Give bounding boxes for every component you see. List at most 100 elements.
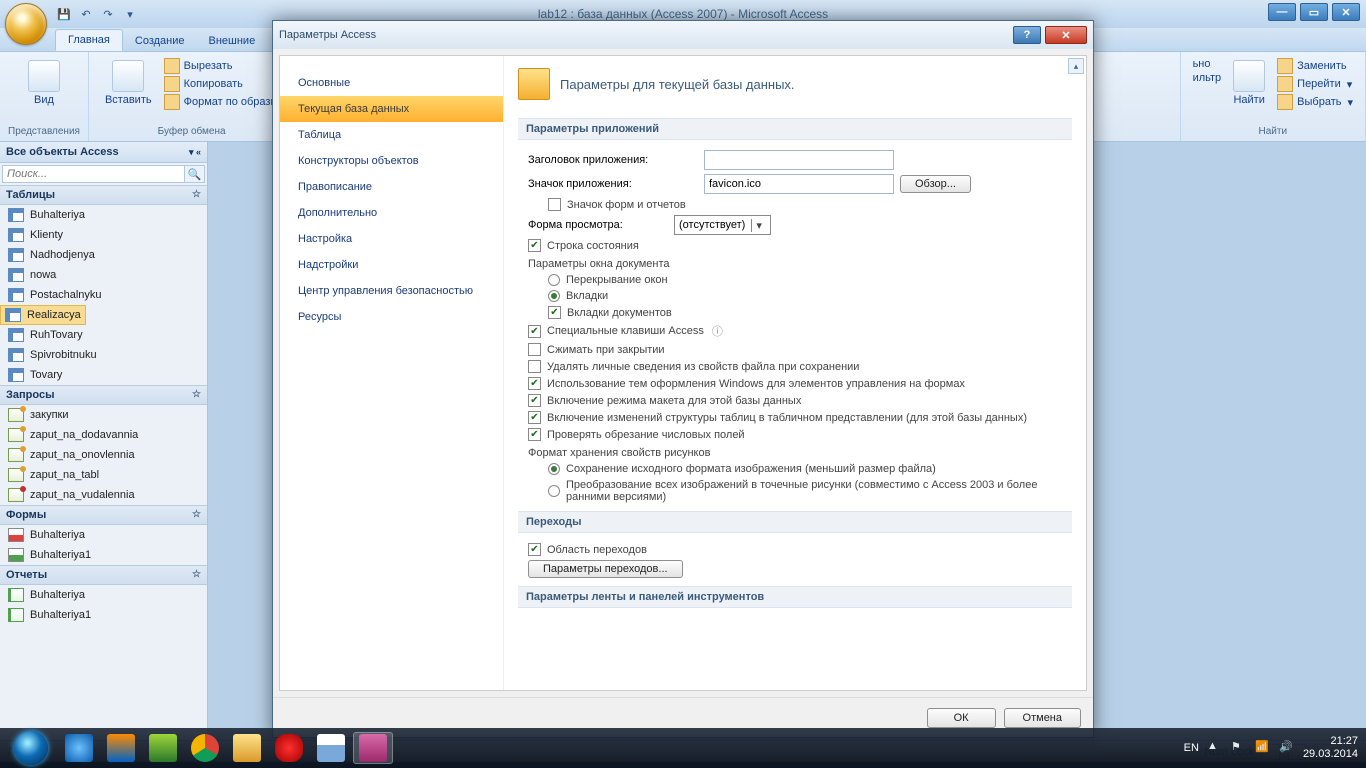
statusbar-checkbox[interactable] [528,239,541,252]
tray-flag-icon[interactable]: ▲ [1207,740,1223,756]
find-button[interactable]: Найти [1225,56,1273,110]
pic1-radio[interactable] [548,463,560,475]
maximize-button[interactable]: ▭ [1300,3,1328,21]
ok-button[interactable]: ОК [927,708,996,728]
nav-options-button[interactable]: Параметры переходов... [528,560,683,578]
nav-item[interactable]: Nadhodjenya [0,245,207,265]
section-forms[interactable]: Формы☆ [0,505,207,525]
tabs-radio[interactable] [548,290,560,302]
navpane-checkbox[interactable] [528,543,541,556]
pic2-radio[interactable] [548,485,560,497]
layout-checkbox[interactable] [528,394,541,407]
nav-item[interactable]: Buhalteriya [0,525,207,545]
lang-indicator[interactable]: EN [1184,742,1199,754]
dialog-category[interactable]: Ресурсы [280,304,503,330]
save-icon[interactable]: 💾 [55,5,73,23]
nav-item[interactable]: Klienty [0,225,207,245]
dialog-category[interactable]: Текущая база данных [280,96,503,122]
minimize-button[interactable]: — [1268,3,1296,21]
tab-external[interactable]: Внешние [197,31,268,51]
dialog-category[interactable]: Дополнительно [280,200,503,226]
database-icon [518,68,550,100]
nav-item[interactable]: Buhalteriya [0,205,207,225]
nav-item[interactable]: закупки [0,405,207,425]
redo-icon[interactable]: ↷ [99,5,117,23]
dialog-help-button[interactable]: ? [1013,26,1041,44]
nav-item[interactable]: Spivrobitnuku [0,345,207,365]
replace-button[interactable]: Заменить [1277,58,1353,74]
cut-icon [164,58,180,74]
nav-item[interactable]: Buhalteriya1 [0,605,207,625]
scroll-up-icon[interactable]: ▴ [1068,58,1084,74]
dialog-category[interactable]: Центр управления безопасностью [280,278,503,304]
dialog-category[interactable]: Надстройки [280,252,503,278]
removeinfo-checkbox[interactable] [528,360,541,373]
cut-button[interactable]: Вырезать [164,58,283,74]
form-icon-checkbox[interactable] [548,198,561,211]
nav-item[interactable]: Tovary [0,365,207,385]
dialog-category[interactable]: Конструкторы объектов [280,148,503,174]
tab-home[interactable]: Главная [55,29,123,51]
dialog-category[interactable]: Правописание [280,174,503,200]
nav-item[interactable]: Buhalteriya1 [0,545,207,565]
compact-checkbox[interactable] [528,343,541,356]
section-reports[interactable]: Отчеты☆ [0,565,207,585]
tab-create[interactable]: Создание [123,31,197,51]
info-icon[interactable]: ⓘ [712,323,723,339]
dialog-category[interactable]: Основные [280,70,503,96]
nav-item[interactable]: Postachalnyku [0,285,207,305]
dialog-category[interactable]: Таблица [280,122,503,148]
start-button[interactable] [4,729,58,767]
section-queries[interactable]: Запросы☆ [0,385,207,405]
paint-icon[interactable] [311,732,351,764]
nav-item[interactable]: Buhalteriya [0,585,207,605]
tray-clock[interactable]: 21:2729.03.2014 [1303,735,1358,761]
qat-dropdown-icon[interactable]: ▾ [121,5,139,23]
opera-icon[interactable] [269,732,309,764]
tray-flag2-icon[interactable]: ⚑ [1231,740,1247,756]
format-painter-button[interactable]: Формат по образцу [164,94,283,110]
undo-icon[interactable]: ↶ [77,5,95,23]
search-icon[interactable]: 🔍 [185,165,205,183]
nav-item[interactable]: nowa [0,265,207,285]
tray-volume-icon[interactable]: 🔊 [1279,740,1295,756]
trunc-checkbox[interactable] [528,428,541,441]
overlap-radio[interactable] [548,274,560,286]
themes-checkbox[interactable] [528,377,541,390]
specialkeys-checkbox[interactable] [528,325,541,338]
nav-search-input[interactable] [2,165,185,183]
nav-item[interactable]: zaput_na_vudalennia [0,485,207,505]
object-icon [8,528,24,542]
msn-icon[interactable] [143,732,183,764]
copy-button[interactable]: Копировать [164,76,283,92]
doctabs-checkbox[interactable] [548,306,561,319]
nav-item[interactable]: RuhTovary [0,325,207,345]
view-button[interactable]: Вид [8,56,80,110]
close-button[interactable]: ✕ [1332,3,1360,21]
goto-button[interactable]: Перейти▾ [1277,76,1353,92]
select-button[interactable]: Выбрать▾ [1277,94,1353,110]
cancel-button[interactable]: Отмена [1004,708,1081,728]
tray-network-icon[interactable]: 📶 [1255,740,1271,756]
chrome-icon[interactable] [185,732,225,764]
nav-item[interactable]: zaput_na_onovlennia [0,445,207,465]
dialog-category[interactable]: Настройка [280,226,503,252]
office-button[interactable] [5,3,47,45]
design-checkbox[interactable] [528,411,541,424]
explorer-icon[interactable] [227,732,267,764]
paste-button[interactable]: Вставить [97,56,160,112]
app-icon-input[interactable] [704,174,894,194]
nav-item[interactable]: zaput_na_dodavannia [0,425,207,445]
dialog-close-button[interactable]: ✕ [1045,26,1087,44]
dialog-titlebar[interactable]: Параметры Access ? ✕ [273,21,1093,49]
display-form-select[interactable]: (отсутствует)▾ [674,215,771,235]
access-icon[interactable] [353,732,393,764]
app-title-input[interactable] [704,150,894,170]
nav-header[interactable]: Все объекты Access▾ « [0,142,207,163]
section-tables[interactable]: Таблицы☆ [0,185,207,205]
nav-item[interactable]: zaput_na_tabl [0,465,207,485]
wmp-icon[interactable] [101,732,141,764]
nav-item[interactable]: Realizacya [0,305,86,325]
ie-icon[interactable] [59,732,99,764]
browse-button[interactable]: Обзор... [900,175,971,193]
